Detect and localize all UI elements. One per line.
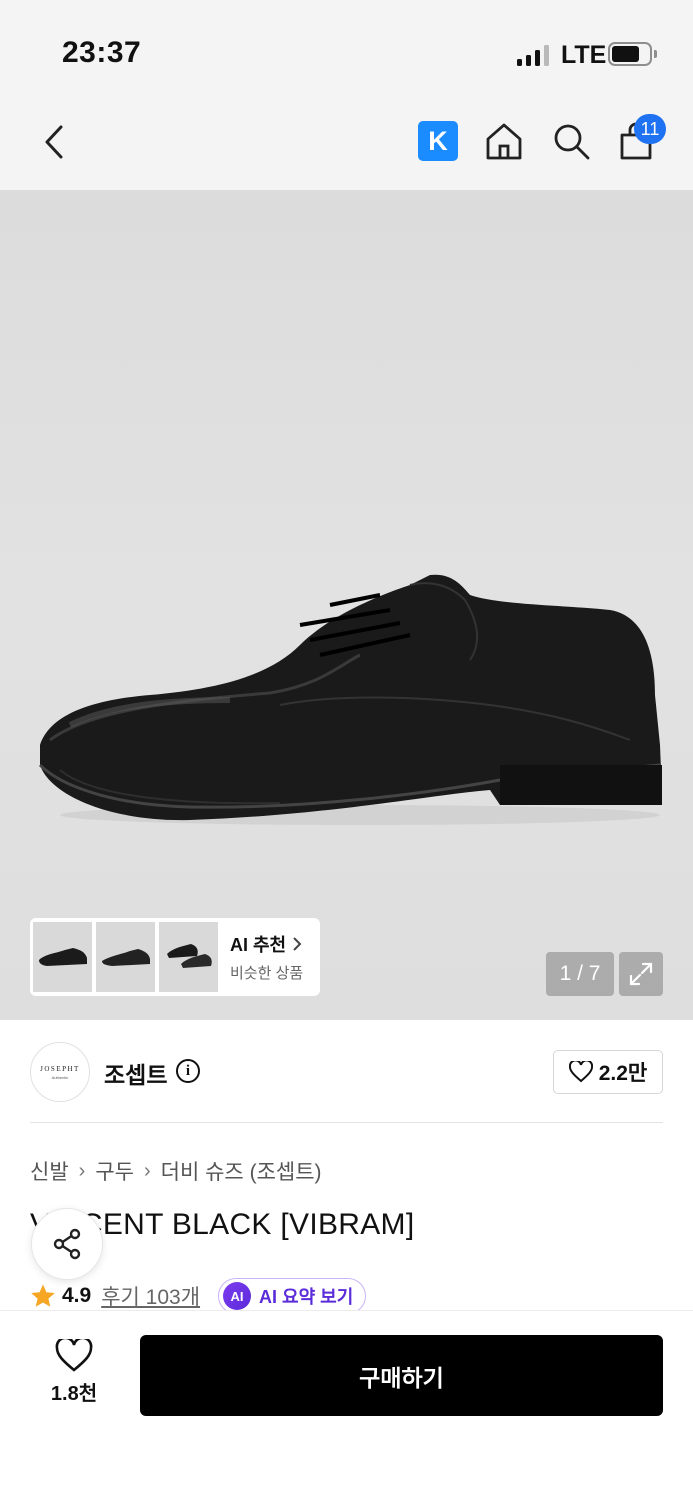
thumbnail-1[interactable] bbox=[33, 922, 92, 992]
thumbnail-strip: AI 추천 비슷한 상품 bbox=[30, 918, 320, 996]
reviews-link[interactable]: 후기 103개 bbox=[101, 1281, 200, 1311]
product-shoe-image bbox=[38, 574, 662, 825]
star-icon bbox=[31, 1284, 55, 1307]
breadcrumb-item[interactable]: 신발 bbox=[30, 1156, 69, 1186]
share-button[interactable] bbox=[31, 1208, 103, 1280]
cart-count-badge: 11 bbox=[634, 114, 666, 144]
breadcrumb: 신발 › 구두 › 더비 슈즈 (조셉트) bbox=[30, 1156, 322, 1186]
ai-recommend-link[interactable]: AI 추천 비슷한 상품 bbox=[230, 931, 303, 983]
breadcrumb-item[interactable]: 더비 슈즈 (조셉트) bbox=[161, 1156, 322, 1186]
bottom-action-bar: 1.8천 구매하기 bbox=[0, 1310, 693, 1500]
buy-button[interactable]: 구매하기 bbox=[140, 1335, 663, 1416]
home-icon bbox=[486, 123, 522, 160]
heart-icon bbox=[55, 1339, 93, 1372]
k-logo-button[interactable]: K bbox=[418, 121, 458, 161]
rating-value: 4.9 bbox=[62, 1284, 92, 1307]
chevron-right-icon: › bbox=[78, 1159, 86, 1182]
expand-image-button[interactable] bbox=[619, 952, 663, 996]
ai-recommend-title: AI 추천 bbox=[230, 935, 287, 955]
battery-icon bbox=[608, 42, 657, 66]
thumbnail-3[interactable] bbox=[159, 922, 218, 992]
brand-logo[interactable]: JOSEPHT Authentic bbox=[30, 1042, 90, 1102]
ai-summary-label: AI 요약 보기 bbox=[259, 1287, 354, 1307]
wishlist-count: 1.8천 bbox=[50, 1383, 98, 1405]
heart-icon bbox=[568, 1061, 593, 1083]
brand-like-count: 2.2만 bbox=[598, 1062, 648, 1085]
ai-recommend-subtitle: 비슷한 상품 bbox=[230, 965, 304, 982]
ai-summary-button[interactable]: AI AI 요약 보기 bbox=[218, 1278, 367, 1314]
info-icon[interactable]: i bbox=[176, 1059, 200, 1083]
brand-row: JOSEPHT Authentic 조셉트 i 2.2만 bbox=[30, 1040, 663, 1104]
home-button[interactable] bbox=[482, 118, 526, 164]
chevron-left-icon bbox=[45, 125, 63, 159]
ai-chip-icon: AI bbox=[223, 1282, 252, 1310]
divider bbox=[30, 1122, 663, 1123]
brand-name[interactable]: 조셉트 bbox=[104, 1056, 167, 1090]
brand-like-button[interactable]: 2.2만 bbox=[553, 1050, 663, 1094]
chevron-right-icon: › bbox=[143, 1159, 151, 1182]
app-header: K 11 bbox=[0, 100, 693, 190]
network-label: LTE bbox=[561, 41, 607, 69]
expand-icon bbox=[629, 962, 653, 986]
chevron-right-icon bbox=[293, 937, 302, 951]
product-image-gallery[interactable]: AI 추천 비슷한 상품 1 / 7 bbox=[0, 190, 693, 1020]
search-button[interactable] bbox=[549, 118, 593, 164]
status-time: 23:37 bbox=[62, 36, 142, 69]
share-icon bbox=[53, 1228, 81, 1260]
breadcrumb-item[interactable]: 구두 bbox=[95, 1156, 134, 1186]
signal-icon bbox=[517, 44, 549, 66]
rating-row: 4.9 후기 103개 AI AI 요약 보기 bbox=[30, 1278, 367, 1314]
back-button[interactable] bbox=[32, 118, 76, 166]
search-icon bbox=[554, 124, 590, 160]
thumbnail-2[interactable] bbox=[96, 922, 155, 992]
image-page-counter: 1 / 7 bbox=[546, 952, 614, 996]
status-bar: 23:37 LTE bbox=[0, 0, 693, 100]
wishlist-button[interactable]: 1.8천 bbox=[38, 1339, 110, 1409]
